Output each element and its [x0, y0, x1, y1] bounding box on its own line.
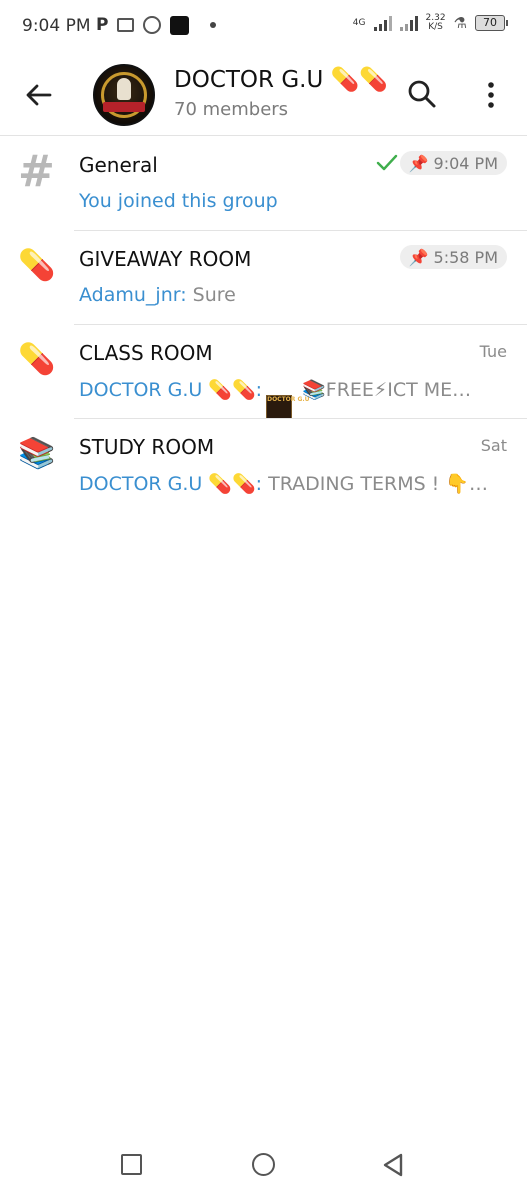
topic-time: 9:04 PM [433, 153, 498, 173]
back-arrow-icon[interactable] [22, 78, 56, 112]
pin-icon: 📌 [408, 153, 429, 173]
topic-name: GIVEAWAY ROOM [79, 247, 252, 271]
media-thumbnail: DOCTOR G.U [266, 395, 310, 419]
message-text: Sure [186, 284, 236, 306]
topic-name: General [79, 153, 158, 177]
avatar-banner [103, 102, 145, 112]
topic-item-class-room[interactable]: 💊 CLASS ROOM Tue DOCTOR G.U 💊💊: DOCTOR G.… [0, 324, 527, 419]
system-navigation-bar [0, 1134, 527, 1200]
search-icon[interactable] [406, 78, 438, 110]
group-avatar[interactable] [93, 64, 155, 126]
system-icons: 4G 2.32 K/S ⚗ 70 [352, 14, 508, 32]
read-check-icon [376, 154, 398, 171]
pill-icon: 💊 [18, 248, 56, 283]
topic-time: Sat [480, 436, 507, 455]
status-time: 9:04 PM [22, 16, 91, 36]
topic-name: CLASS ROOM [79, 341, 213, 365]
more-notifications-dot-icon [210, 22, 217, 28]
network-speed: 2.32 K/S [426, 14, 446, 32]
pinned-time-badge: 📌 9:04 PM [399, 151, 507, 175]
parking-icon: P [96, 15, 109, 35]
member-count: 70 members [174, 99, 289, 120]
pinned-time-badge: 📌 5:58 PM [399, 245, 507, 269]
topic-name: STUDY ROOM [79, 435, 215, 459]
message-sender: DOCTOR G.U 💊💊: [79, 379, 263, 401]
screen-cast-icon [117, 18, 135, 32]
battery-icon: 70 [475, 15, 508, 31]
flask-icon: ⚗ [453, 14, 467, 32]
topic-time: 5:58 PM [433, 247, 498, 267]
whatsapp-icon [143, 16, 162, 34]
books-icon: 📚 [18, 436, 56, 471]
message-text: 📚FREE⚡ICT ME… [296, 379, 472, 401]
status-bar: 9:04 PM P 4G 2.32 K/S ⚗ 70 [0, 0, 527, 54]
topic-last-message: You joined this group [79, 190, 278, 212]
message-sender: DOCTOR G.U 💊💊: [79, 473, 263, 495]
signal-strength-2-icon [399, 15, 418, 31]
topic-item-study-room[interactable]: 📚 STUDY ROOM Sat DOCTOR G.U 💊💊: TRADING … [0, 418, 527, 513]
chat-header: DOCTOR G.U 💊💊 70 members [0, 54, 527, 136]
hash-icon: # [18, 146, 55, 197]
topic-last-message: DOCTOR G.U 💊💊: DOCTOR G.U 📚FREE⚡ICT ME… [79, 378, 471, 419]
avatar-figure [117, 78, 131, 100]
more-options-icon[interactable] [480, 80, 502, 110]
signal-strength-icon [373, 15, 392, 31]
message-text: TRADING TERMS ! 👇… [262, 473, 488, 495]
topic-item-general[interactable]: # General 📌 9:04 PM You joined this grou… [0, 136, 527, 231]
notification-icons: P [96, 15, 217, 35]
speed-unit: K/S [428, 22, 443, 32]
app-notification-icon [170, 15, 190, 35]
network-type-label: 4G [352, 17, 366, 28]
topic-last-message: DOCTOR G.U 💊💊: TRADING TERMS ! 👇… [79, 472, 488, 495]
topic-last-message: Adamu_jnr: Sure [79, 284, 236, 306]
back-button[interactable] [382, 1153, 404, 1177]
recent-apps-button[interactable] [121, 1154, 142, 1175]
group-title[interactable]: DOCTOR G.U 💊💊 [174, 66, 388, 93]
pin-icon: 📌 [408, 247, 429, 267]
topic-item-giveaway-room[interactable]: 💊 GIVEAWAY ROOM 📌 5:58 PM Adamu_jnr: Sur… [0, 230, 527, 325]
message-sender: Adamu_jnr: [79, 284, 187, 306]
pill-icon: 💊 [18, 342, 56, 377]
topic-time: Tue [479, 342, 507, 361]
home-button[interactable] [252, 1153, 275, 1176]
